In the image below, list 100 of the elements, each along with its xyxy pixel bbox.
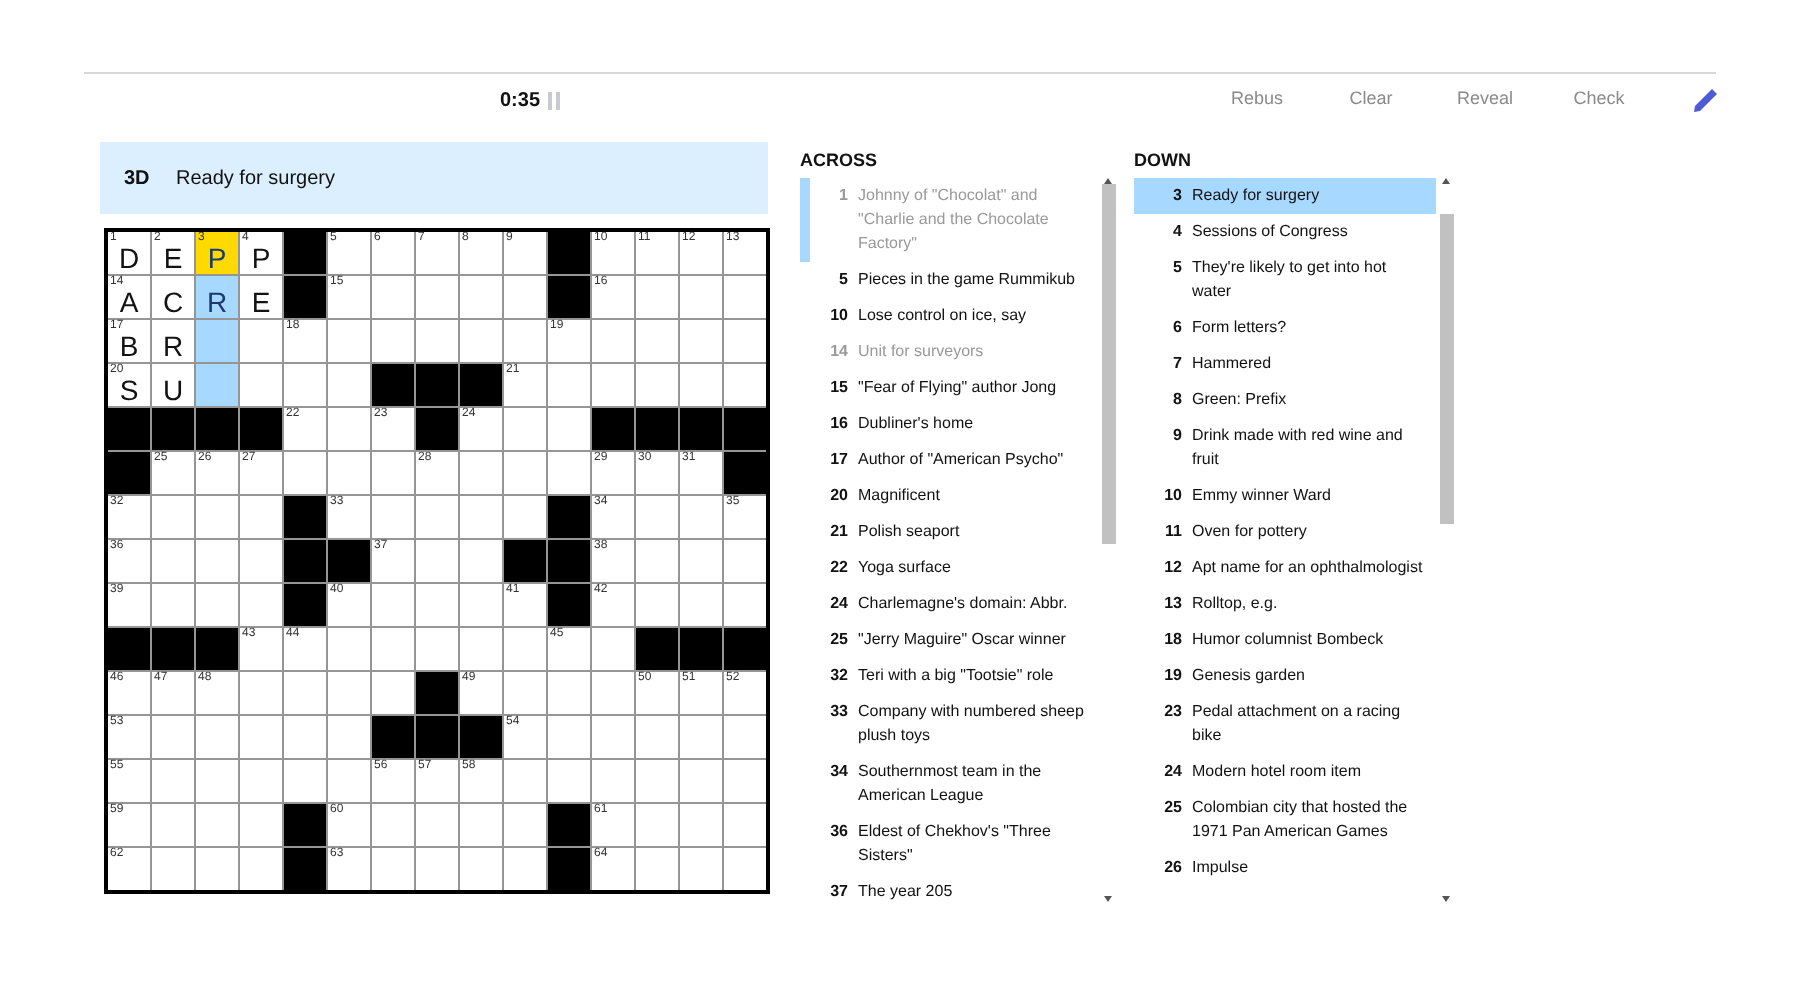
grid-cell[interactable] xyxy=(416,848,458,890)
grid-cell[interactable] xyxy=(548,672,590,714)
grid-cell[interactable] xyxy=(460,452,502,494)
grid-cell[interactable] xyxy=(504,628,546,670)
scroll-down-icon[interactable] xyxy=(1442,896,1450,902)
grid-cell[interactable] xyxy=(372,276,414,318)
grid-cell[interactable]: C xyxy=(152,276,194,318)
grid-cell[interactable] xyxy=(196,716,238,758)
grid-cell[interactable] xyxy=(592,672,634,714)
grid-cell[interactable] xyxy=(504,760,546,802)
grid-cell[interactable] xyxy=(460,320,502,362)
grid-cell[interactable] xyxy=(592,628,634,670)
grid-cell[interactable] xyxy=(724,364,766,406)
grid-cell[interactable] xyxy=(680,804,722,846)
grid-cell[interactable] xyxy=(460,628,502,670)
grid-cell[interactable] xyxy=(636,540,678,582)
grid-cell[interactable] xyxy=(284,364,326,406)
grid-cell[interactable] xyxy=(548,760,590,802)
grid-cell[interactable] xyxy=(724,276,766,318)
grid-cell[interactable] xyxy=(548,364,590,406)
grid-cell[interactable] xyxy=(372,584,414,626)
grid-cell[interactable] xyxy=(724,848,766,890)
grid-cell[interactable] xyxy=(240,804,282,846)
pencil-icon[interactable] xyxy=(1692,86,1720,114)
grid-cell[interactable] xyxy=(372,496,414,538)
grid-cell[interactable] xyxy=(196,848,238,890)
grid-cell[interactable] xyxy=(152,584,194,626)
grid-cell[interactable] xyxy=(548,452,590,494)
grid-cell[interactable] xyxy=(416,276,458,318)
grid-cell[interactable] xyxy=(152,496,194,538)
scrollbar-thumb[interactable] xyxy=(1101,184,1115,544)
grid-cell[interactable] xyxy=(548,716,590,758)
grid-cell[interactable] xyxy=(460,804,502,846)
grid-cell[interactable] xyxy=(636,320,678,362)
grid-cell[interactable] xyxy=(240,760,282,802)
grid-cell[interactable] xyxy=(724,584,766,626)
grid-cell[interactable] xyxy=(284,716,326,758)
grid-cell[interactable] xyxy=(680,364,722,406)
grid-cell[interactable] xyxy=(196,804,238,846)
grid-cell[interactable] xyxy=(592,760,634,802)
grid-cell[interactable] xyxy=(592,364,634,406)
grid-cell[interactable] xyxy=(460,276,502,318)
grid-cell[interactable] xyxy=(328,760,370,802)
grid-cell[interactable] xyxy=(680,276,722,318)
grid-cell[interactable] xyxy=(680,320,722,362)
grid-cell[interactable] xyxy=(592,320,634,362)
grid-cell[interactable] xyxy=(504,276,546,318)
grid-cell[interactable] xyxy=(504,672,546,714)
scrollbar-thumb[interactable] xyxy=(1439,214,1453,524)
grid-cell[interactable] xyxy=(372,804,414,846)
grid-cell[interactable] xyxy=(328,452,370,494)
grid-cell[interactable] xyxy=(680,496,722,538)
grid-cell[interactable] xyxy=(196,584,238,626)
grid-cell[interactable] xyxy=(152,760,194,802)
grid-cell[interactable] xyxy=(240,496,282,538)
grid-cell[interactable] xyxy=(240,848,282,890)
grid-cell[interactable] xyxy=(636,804,678,846)
grid-cell[interactable] xyxy=(636,716,678,758)
grid-cell[interactable] xyxy=(636,364,678,406)
grid-cell[interactable] xyxy=(196,320,238,362)
grid-cell[interactable] xyxy=(416,804,458,846)
grid-cell[interactable] xyxy=(504,496,546,538)
grid-cell[interactable] xyxy=(328,364,370,406)
grid-cell[interactable] xyxy=(680,540,722,582)
grid-cell[interactable] xyxy=(240,320,282,362)
grid-cell[interactable] xyxy=(636,848,678,890)
grid-cell[interactable] xyxy=(636,584,678,626)
scroll-up-icon[interactable] xyxy=(1442,178,1450,184)
grid-cell[interactable] xyxy=(504,452,546,494)
grid-cell[interactable] xyxy=(548,408,590,450)
grid-cell[interactable] xyxy=(152,848,194,890)
grid-cell[interactable] xyxy=(372,672,414,714)
grid-cell[interactable] xyxy=(504,804,546,846)
grid-cell[interactable] xyxy=(284,760,326,802)
grid-cell[interactable] xyxy=(724,716,766,758)
grid-cell[interactable] xyxy=(372,848,414,890)
grid-cell[interactable] xyxy=(504,320,546,362)
grid-cell[interactable] xyxy=(416,584,458,626)
grid-cell[interactable]: R xyxy=(196,276,238,318)
grid-cell[interactable] xyxy=(636,760,678,802)
grid-cell[interactable]: E xyxy=(240,276,282,318)
grid-cell[interactable] xyxy=(636,496,678,538)
grid-cell[interactable] xyxy=(284,452,326,494)
grid-cell[interactable] xyxy=(636,276,678,318)
grid-cell[interactable] xyxy=(240,364,282,406)
grid-cell[interactable] xyxy=(460,848,502,890)
clue-item[interactable]: 3 Ready for surgery xyxy=(1134,178,1436,214)
grid-cell[interactable] xyxy=(328,320,370,362)
grid-cell[interactable] xyxy=(328,408,370,450)
grid-cell[interactable] xyxy=(196,540,238,582)
grid-cell[interactable] xyxy=(460,496,502,538)
grid-cell[interactable] xyxy=(504,848,546,890)
grid-cell[interactable] xyxy=(152,716,194,758)
grid-cell[interactable] xyxy=(504,408,546,450)
grid-cell[interactable] xyxy=(240,540,282,582)
grid-cell[interactable] xyxy=(196,760,238,802)
grid-cell[interactable] xyxy=(152,540,194,582)
grid-cell[interactable] xyxy=(416,496,458,538)
grid-cell[interactable] xyxy=(372,320,414,362)
grid-cell[interactable] xyxy=(240,716,282,758)
